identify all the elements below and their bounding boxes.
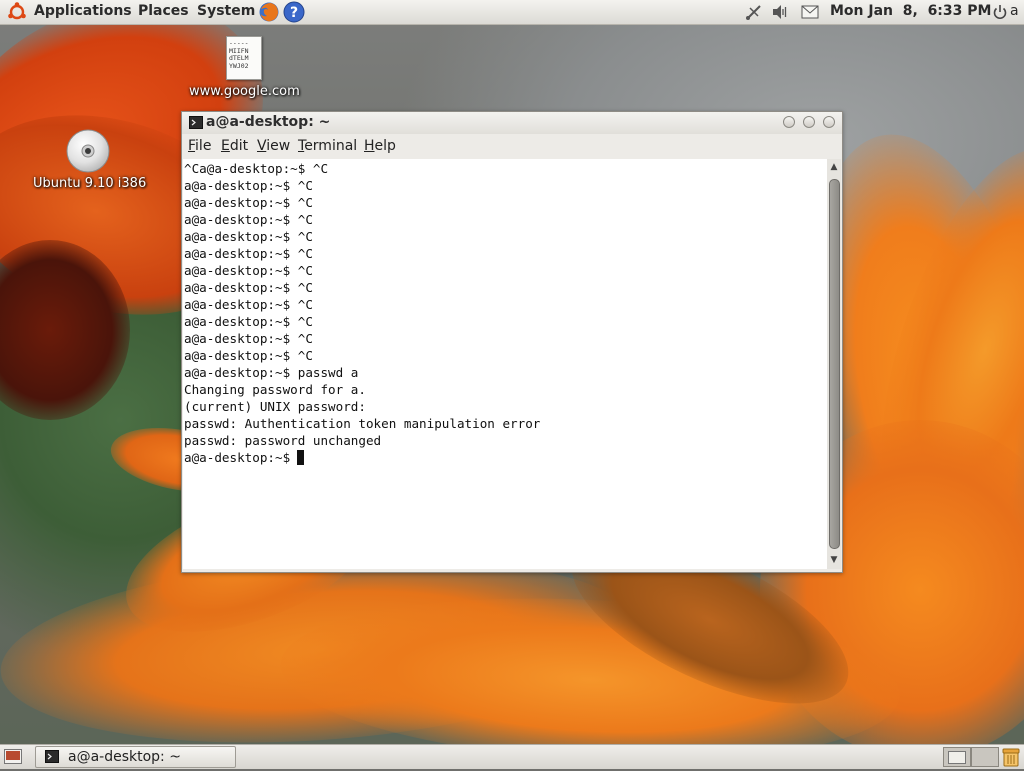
terminal-menubar: File Edit View Terminal Help	[182, 136, 842, 158]
terminal-line: a@a-desktop:~$ ^C	[184, 246, 313, 261]
terminal-line: a@a-desktop:~$ ^C	[184, 314, 313, 329]
places-menu[interactable]: Places	[138, 0, 189, 24]
menu-file[interactable]: File	[188, 138, 211, 154]
terminal-text-area[interactable]: ^Ca@a-desktop:~$ ^C a@a-desktop:~$ ^C a@…	[183, 159, 827, 569]
terminal-line: (current) UNIX password:	[184, 399, 366, 414]
text-cursor	[297, 450, 305, 465]
terminal-app-icon	[45, 750, 59, 767]
cd-disc-icon	[66, 129, 110, 177]
menu-mnemonic: F	[188, 138, 196, 154]
ubuntu-logo-icon[interactable]	[6, 2, 28, 26]
top-panel: Applications Places System ? Mon Jan 8, …	[0, 0, 1024, 25]
menu-label: erminal	[304, 138, 358, 154]
terminal-prompt: a@a-desktop:~$	[184, 450, 291, 465]
desktop-icon-label: Ubuntu 9.10 i386	[33, 176, 147, 191]
applications-menu[interactable]: Applications	[34, 0, 132, 24]
power-icon[interactable]	[993, 4, 1007, 24]
terminal-line: a@a-desktop:~$ ^C	[184, 331, 313, 346]
terminal-prompt-line: a@a-desktop:~$	[184, 449, 540, 466]
terminal-line: a@a-desktop:~$ ^C	[184, 280, 313, 295]
terminal-line: a@a-desktop:~$ ^C	[184, 212, 313, 227]
help-icon[interactable]: ?	[283, 1, 305, 27]
menu-view[interactable]: View	[257, 138, 290, 154]
workspace-switcher-1[interactable]	[943, 747, 971, 767]
terminal-line: a@a-desktop:~$ ^C	[184, 263, 313, 278]
minimize-button[interactable]	[783, 116, 795, 128]
terminal-line: ^Ca@a-desktop:~$ ^C	[184, 161, 329, 176]
volume-icon[interactable]	[771, 3, 789, 25]
scrollbar-thumb[interactable]	[829, 179, 840, 549]
terminal-line: passwd: Authentication token manipulatio…	[184, 416, 541, 431]
terminal-line: a@a-desktop:~$ ^C	[184, 297, 313, 312]
clock[interactable]: Mon Jan 8, 6:33 PM	[830, 0, 991, 23]
file-preview-line: YWJ02	[229, 61, 249, 70]
terminal-line: a@a-desktop:~$ ^C	[184, 195, 313, 210]
workspace-window-thumbnail	[948, 751, 966, 764]
window-titlebar[interactable]: a@a-desktop: ~	[182, 112, 842, 134]
maximize-button[interactable]	[803, 116, 815, 128]
menu-label: ile	[195, 138, 212, 154]
menu-mnemonic: E	[221, 138, 230, 154]
menu-help[interactable]: Help	[364, 138, 396, 154]
text-file-icon: ----- MIIFN dTELM YWJ02	[226, 36, 262, 80]
terminal-line: a@a-desktop:~$ ^C	[184, 178, 313, 193]
terminal-output: ^Ca@a-desktop:~$ ^C a@a-desktop:~$ ^C a@…	[184, 160, 540, 466]
terminal-line: a@a-desktop:~$ ^C	[184, 348, 313, 363]
scroll-down-arrow-icon[interactable]: ▼	[829, 555, 839, 565]
mail-icon[interactable]	[801, 4, 819, 24]
taskbar-window-button[interactable]: a@a-desktop: ~	[35, 746, 236, 768]
menu-edit[interactable]: Edit	[221, 138, 248, 154]
terminal-app-icon	[189, 116, 203, 133]
system-menu[interactable]: System	[197, 0, 255, 24]
taskbar-window-label: a@a-desktop: ~	[68, 749, 181, 765]
terminal-line: a@a-desktop:~$ passwd a	[184, 365, 359, 380]
bottom-panel: a@a-desktop: ~	[0, 744, 1024, 769]
svg-text:?: ?	[290, 5, 298, 21]
terminal-window: a@a-desktop: ~ File Edit View Terminal H…	[181, 111, 843, 573]
menu-terminal[interactable]: Terminal	[298, 138, 357, 154]
scroll-up-arrow-icon[interactable]: ▲	[829, 162, 839, 172]
menu-label: dit	[229, 138, 249, 154]
terminal-line: a@a-desktop:~$ ^C	[184, 229, 313, 244]
firefox-icon[interactable]	[258, 1, 280, 27]
terminal-line: Changing password for a.	[184, 382, 366, 397]
menu-label: elp	[374, 138, 396, 154]
menu-mnemonic: H	[364, 138, 375, 154]
close-button[interactable]	[823, 116, 835, 128]
show-desktop-icon[interactable]	[4, 749, 22, 768]
menu-mnemonic: V	[257, 138, 267, 154]
desktop-icon-label: www.google.com	[189, 84, 300, 99]
trash-icon[interactable]	[1001, 747, 1021, 771]
menu-label: iew	[266, 138, 291, 154]
window-title: a@a-desktop: ~	[206, 114, 331, 130]
network-disconnected-icon[interactable]	[745, 3, 763, 25]
terminal-line: passwd: password unchanged	[184, 433, 382, 448]
terminal-scrollbar[interactable]: ▲ ▼	[827, 159, 841, 569]
user-name[interactable]: a	[1010, 0, 1019, 23]
workspace-switcher-2[interactable]	[971, 747, 999, 767]
